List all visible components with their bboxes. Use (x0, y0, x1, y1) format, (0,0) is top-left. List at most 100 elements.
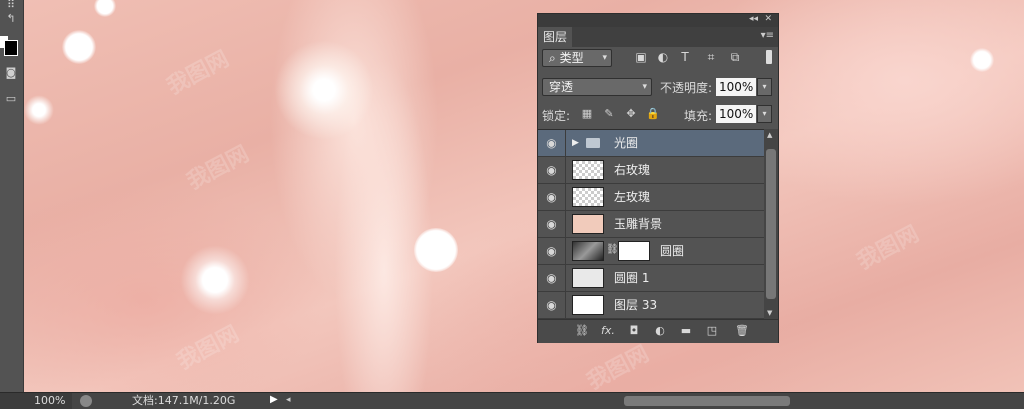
document-canvas[interactable]: 我图网 我图网 我图网 我图网 我图网 (24, 0, 1024, 392)
panel-tab-row: 图层 ▾≡ (538, 27, 778, 47)
zoom-level[interactable]: 100% (0, 393, 72, 409)
search-icon: ⌕ (549, 51, 556, 65)
bokeh-light (24, 95, 54, 125)
bokeh-light (414, 228, 458, 272)
filter-adjustment-icon[interactable]: ◐ (656, 50, 670, 64)
layer-row[interactable]: ◉ 图层 33 (538, 292, 764, 319)
quick-mask-icon[interactable]: ◙ (2, 66, 20, 79)
screen-mode-icon[interactable]: ▭ (2, 92, 20, 105)
visibility-eye-icon[interactable]: ◉ (538, 157, 566, 183)
layer-row[interactable]: ◉ 左玫瑰 (538, 184, 764, 211)
scrollbar-thumb[interactable] (766, 149, 776, 299)
filter-toggle-switch[interactable] (766, 50, 772, 64)
layer-mask-thumbnail[interactable] (618, 241, 650, 261)
new-layer-icon[interactable]: ◳ (704, 324, 720, 338)
status-bar: 100% 文档:147.1M/1.20G ▶ ◂ (0, 392, 1024, 409)
visibility-eye-icon[interactable]: ◉ (538, 184, 566, 210)
bokeh-light (970, 48, 994, 72)
document-size-info: 文档:147.1M/1.20G (132, 394, 236, 407)
visibility-eye-icon[interactable]: ◉ (538, 211, 566, 237)
layer-list: ◉ ▶ 光圈 ◉ 右玫瑰 ◉ 左玫瑰 ◉ 玉雕背景 ◉ ⛓ 圆圈 ◉ 圆圈 1 … (538, 129, 764, 320)
fill-dropdown-button[interactable]: ▾ (757, 105, 772, 123)
expand-triangle-icon[interactable]: ▶ (572, 130, 579, 156)
bokeh-light (94, 0, 116, 17)
blend-mode-dropdown[interactable]: 穿透 ▾ (542, 78, 652, 96)
lock-all-icon[interactable]: 🔒 (646, 107, 660, 121)
scroll-up-icon[interactable]: ▲ (767, 131, 772, 139)
layer-thumbnail (572, 160, 604, 180)
bokeh-light (62, 30, 96, 64)
folder-icon (586, 138, 600, 148)
filter-image-icon[interactable]: ▣ (634, 50, 648, 64)
swap-colors-icon[interactable]: ↰ (2, 12, 20, 25)
scroll-left-icon[interactable]: ◂ (286, 395, 291, 405)
lock-label: 锁定: (542, 109, 571, 123)
background-color-swatch[interactable] (4, 40, 18, 56)
layer-thumbnail (572, 295, 604, 315)
horizontal-scrollbar-thumb[interactable] (624, 396, 790, 406)
layer-row[interactable]: ◉ 右玫瑰 (538, 157, 764, 184)
collapse-icon[interactable]: ◂◂ (749, 14, 758, 24)
chevron-down-icon: ▾ (642, 82, 647, 92)
adjustment-layer-icon[interactable]: ◐ (652, 324, 668, 338)
link-layers-icon[interactable]: ⛓ (574, 324, 590, 338)
fill-input[interactable]: 100% (716, 105, 756, 123)
filter-shape-icon[interactable]: ⌗ (704, 50, 718, 64)
opacity-input[interactable]: 100% (716, 78, 756, 96)
fx-icon[interactable]: fx. (600, 324, 616, 338)
watermark: 我图网 (183, 141, 254, 195)
lock-position-icon[interactable]: ✥ (624, 107, 638, 121)
close-icon[interactable]: ✕ (764, 14, 772, 24)
opacity-label: 不透明度: (660, 81, 713, 95)
layer-row[interactable]: ◉ ⛓ 圆圈 (538, 238, 764, 265)
status-info-icon[interactable] (80, 395, 92, 407)
play-icon[interactable]: ▶ (270, 394, 278, 405)
lock-image-pixels-icon[interactable]: ✎ (602, 107, 616, 121)
chevron-down-icon: ▾ (602, 53, 607, 63)
visibility-eye-icon[interactable]: ◉ (538, 130, 566, 156)
layer-filter-dropdown[interactable]: ⌕ 类型 ▾ (542, 49, 612, 67)
fill-label: 填充: (684, 109, 713, 123)
add-mask-icon[interactable]: ◘ (626, 324, 642, 338)
layer-name: 圆圈 (660, 244, 685, 258)
layer-name: 圆圈 1 (614, 271, 650, 285)
layers-scrollbar[interactable]: ▲ ▼ (764, 129, 778, 319)
tab-layers[interactable]: 图层 (538, 27, 572, 47)
watermark: 我图网 (853, 221, 924, 275)
filter-kind-label: 类型 (559, 51, 584, 65)
scroll-down-icon[interactable]: ▼ (767, 309, 772, 317)
layer-name: 右玫瑰 (614, 163, 651, 177)
visibility-eye-icon[interactable]: ◉ (538, 292, 566, 318)
panel-menu-icon[interactable]: ▾≡ (761, 30, 774, 41)
blend-mode-label: 穿透 (549, 80, 574, 94)
layer-thumbnail (572, 241, 604, 261)
layer-name: 光圈 (614, 136, 639, 150)
layers-panel: ◂◂ ✕ 图层 ▾≡ ⌕ 类型 ▾ ▣ ◐ T ⌗ ⧉ 穿透 ▾ 不透明度: 1… (537, 13, 779, 343)
layer-row-group[interactable]: ◉ ▶ 光圈 (538, 130, 764, 157)
bokeh-light (274, 40, 374, 140)
bokeh-light (180, 245, 250, 315)
panel-footer: ⛓ fx. ◘ ◐ ▬ ◳ 🗑 (538, 319, 778, 343)
opacity-dropdown-button[interactable]: ▾ (757, 78, 772, 96)
layer-thumbnail (572, 187, 604, 207)
filter-text-icon[interactable]: T (678, 50, 692, 64)
layer-name: 左玫瑰 (614, 190, 651, 204)
layer-row[interactable]: ◉ 圆圈 1 (538, 265, 764, 292)
layer-row[interactable]: ◉ 玉雕背景 (538, 211, 764, 238)
link-icon[interactable]: ⛓ (606, 244, 619, 255)
filter-smart-object-icon[interactable]: ⧉ (728, 50, 742, 64)
panel-title-bar[interactable]: ◂◂ ✕ (538, 14, 778, 27)
visibility-eye-icon[interactable]: ◉ (538, 265, 566, 291)
tools-panel: ⠿ ↰ ◙ ▭ (0, 0, 24, 392)
tool-icon[interactable]: ⠿ (2, 0, 20, 11)
watermark: 我图网 (163, 46, 234, 100)
visibility-eye-icon[interactable]: ◉ (538, 238, 566, 264)
new-group-folder-icon[interactable]: ▬ (678, 324, 694, 338)
lock-transparent-pixels-icon[interactable]: ▦ (580, 107, 594, 121)
watermark: 我图网 (173, 321, 244, 375)
layer-thumbnail (572, 214, 604, 234)
layer-name: 玉雕背景 (614, 217, 663, 231)
layer-name: 图层 33 (614, 298, 658, 312)
layer-thumbnail (572, 268, 604, 288)
trash-icon[interactable]: 🗑 (734, 324, 750, 338)
